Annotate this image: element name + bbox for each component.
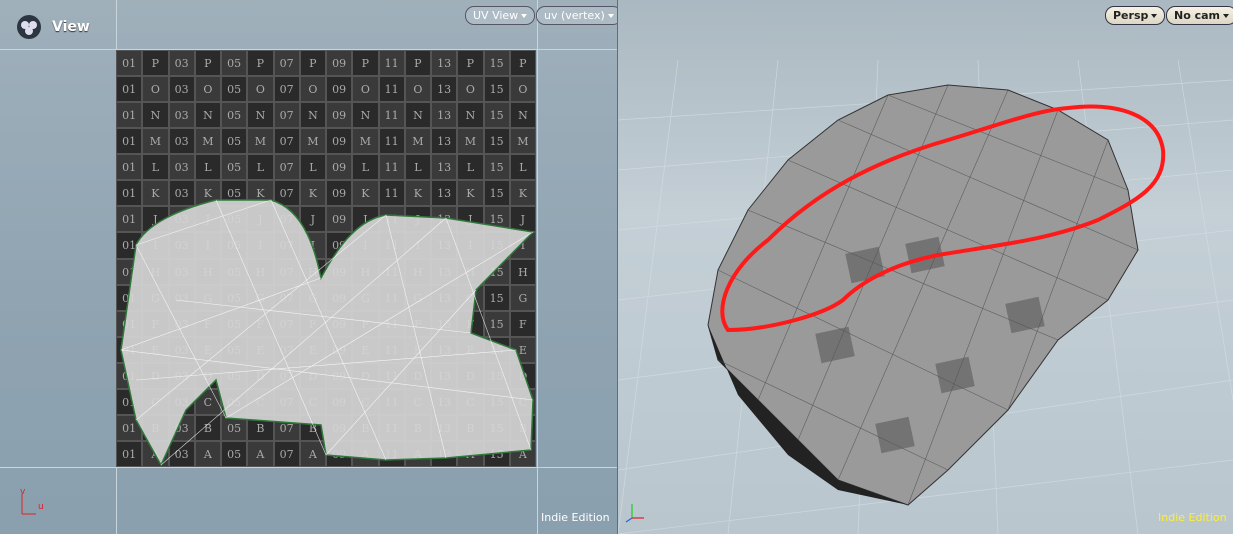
edition-label: Indie Edition — [541, 511, 610, 524]
viewport-title: View — [52, 19, 90, 35]
no-cam-menu-label: No cam — [1174, 9, 1220, 22]
perspective-viewport[interactable]: Persp No cam Indie Edition — [618, 0, 1233, 534]
chevron-down-icon — [521, 14, 528, 18]
uv-view-menu-label: UV View — [473, 9, 519, 22]
houdini-view-icon[interactable] — [16, 14, 42, 40]
guide-line — [537, 0, 538, 534]
camera-menu[interactable]: Persp — [1105, 6, 1166, 25]
rock-mesh[interactable] — [618, 0, 1233, 534]
edition-label: Indie Edition — [1158, 511, 1227, 524]
u-axis-label: u — [38, 502, 44, 512]
uv-viewport[interactable]: View UV View uv (vertex) 01 P 03 P 05 P 07 P 09 P… — [0, 0, 617, 534]
uv-island-shape — [120, 199, 535, 467]
uv-attribute-menu[interactable]: uv (vertex) — [536, 6, 617, 25]
camera-menu-label: Persp — [1113, 9, 1149, 22]
v-axis-label: v — [20, 487, 26, 497]
chevron-down-icon — [1223, 14, 1229, 18]
chevron-down-icon — [607, 14, 614, 18]
uv-island[interactable] — [116, 50, 536, 467]
viewport-title-group: View — [16, 14, 90, 40]
uv-attribute-menu-label: uv (vertex) — [544, 9, 605, 22]
xyz-axis-gizmo — [625, 504, 644, 523]
uv-view-menu[interactable]: UV View — [465, 6, 536, 25]
no-cam-menu[interactable]: No cam — [1166, 6, 1233, 25]
chevron-down-icon — [1151, 14, 1158, 18]
